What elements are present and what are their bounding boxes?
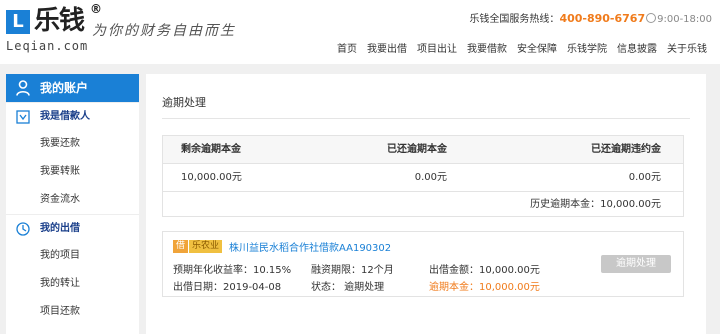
slogan: 为你的财务自由而生 bbox=[92, 23, 236, 39]
overdue-summary-table: 剩余逾期本金 已还逾期本金 已还逾期违约金 10,000.00元 0.00元 0… bbox=[162, 135, 684, 217]
nav-about[interactable]: 关于乐钱 bbox=[664, 40, 710, 55]
nav-invest[interactable]: 我要出借 bbox=[364, 40, 410, 55]
historical-overdue-principal: 历史逾期本金：10,000.00元 bbox=[530, 199, 661, 210]
main-panel: 逾期处理 剩余逾期本金 已还逾期本金 已还逾期违约金 10,000.00元 0.… bbox=[146, 74, 706, 334]
nav-security[interactable]: 安全保障 bbox=[514, 40, 560, 55]
lend-amount: 出借金额：10,000.00元 bbox=[429, 265, 540, 276]
logo-name[interactable]: 乐钱 bbox=[34, 6, 85, 36]
summary-header-row: 剩余逾期本金 已还逾期本金 已还逾期违约金 bbox=[163, 136, 683, 164]
sidebar-item-cash-flow[interactable]: 资金流水 bbox=[6, 186, 139, 214]
hotline-number: 400-890-6767 bbox=[559, 12, 646, 25]
sidebar-section-label: 我的出借 bbox=[40, 223, 80, 234]
value-repaid-principal: 0.00元 bbox=[414, 172, 447, 183]
main-nav: 首页 我要出借 项目出让 我要借款 安全保障 乐钱学院 信息披露 关于乐钱 bbox=[330, 40, 710, 55]
lend-date: 出借日期：2019-04-08 bbox=[173, 282, 282, 293]
summary-value-row: 10,000.00元 0.00元 0.00元 bbox=[163, 164, 683, 192]
page-title: 逾期处理 bbox=[162, 96, 206, 109]
lending-icon bbox=[16, 222, 30, 236]
title-divider bbox=[162, 118, 690, 119]
account-sidebar: 我的账户 我是借款人 我要还款 我要转账 资金流水 我的出借 我的项目 我的转让… bbox=[6, 74, 139, 334]
expected-rate: 预期年化收益率：10.15% bbox=[173, 265, 292, 276]
nav-academy[interactable]: 乐钱学院 bbox=[564, 40, 610, 55]
header-repaid-principal: 已还逾期本金 bbox=[387, 144, 447, 155]
sidebar-header-label: 我的账户 bbox=[40, 81, 89, 95]
overdue-handle-button[interactable]: 逾期处理 bbox=[601, 255, 671, 273]
category-tag: 乐农业 bbox=[189, 240, 223, 253]
loan-card: 借 乐农业 株川益民水稻合作社借款AA190302 预期年化收益率：10.15%… bbox=[162, 231, 684, 297]
nav-home[interactable]: 首页 bbox=[334, 40, 360, 55]
sidebar-item-repay[interactable]: 我要还款 bbox=[6, 130, 139, 158]
sidebar-item-project-repayment[interactable]: 项目还款 bbox=[6, 298, 139, 326]
sidebar-item-transfer-money[interactable]: 我要转账 bbox=[6, 158, 139, 186]
sidebar-section-lending[interactable]: 我的出借 bbox=[6, 214, 139, 242]
borrower-icon bbox=[16, 110, 30, 124]
header-repaid-penalty: 已还逾期违约金 bbox=[591, 144, 661, 155]
financing-term: 融资期限：12个月 bbox=[311, 265, 394, 276]
overdue-principal: 逾期本金：10,000.00元 bbox=[429, 282, 540, 293]
value-remaining-principal: 10,000.00元 bbox=[181, 172, 242, 183]
value-repaid-penalty: 0.00元 bbox=[628, 172, 661, 183]
loan-status: 状态： 逾期处理 bbox=[311, 282, 385, 293]
service-hours: 9:00-18:00 bbox=[657, 14, 712, 25]
loan-tag: 借 bbox=[173, 240, 189, 253]
logo-url: Leqian.com bbox=[6, 39, 89, 53]
loan-title-link[interactable]: 株川益民水稻合作社借款AA190302 bbox=[229, 239, 391, 254]
user-icon bbox=[16, 80, 30, 96]
nav-borrow[interactable]: 我要借款 bbox=[464, 40, 510, 55]
nav-disclosure[interactable]: 信息披露 bbox=[614, 40, 660, 55]
header-remaining-principal: 剩余逾期本金 bbox=[181, 144, 241, 155]
clock-icon bbox=[646, 13, 657, 23]
registered-mark: ® bbox=[90, 2, 102, 16]
sidebar-item-my-projects[interactable]: 我的项目 bbox=[6, 242, 139, 270]
logo-letter-box[interactable]: L bbox=[6, 10, 30, 34]
sidebar-header[interactable]: 我的账户 bbox=[6, 74, 139, 102]
nav-transfer[interactable]: 项目出让 bbox=[414, 40, 460, 55]
sidebar-section-borrower[interactable]: 我是借款人 bbox=[6, 102, 139, 130]
sidebar-section-label: 我是借款人 bbox=[40, 111, 90, 122]
hotline: 乐钱全国服务热线：400-890-6767 9:00-18:00 bbox=[469, 10, 712, 25]
site-header: L 乐钱 ® Leqian.com 为你的财务自由而生 乐钱全国服务热线：400… bbox=[0, 0, 720, 64]
hotline-label: 乐钱全国服务热线： bbox=[469, 14, 560, 25]
sidebar-item-my-transfers[interactable]: 我的转让 bbox=[6, 270, 139, 298]
